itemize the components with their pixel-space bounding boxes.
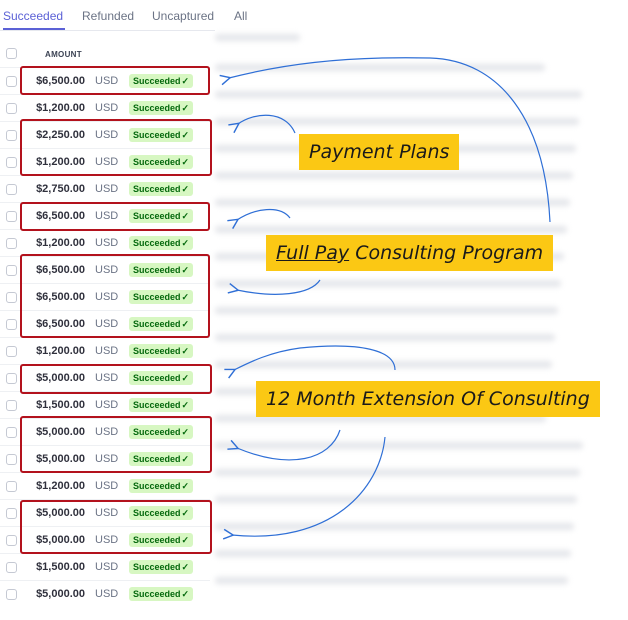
arrow-extension-low (232, 436, 386, 536)
full-pay-callout: Full Pay Consulting Program (266, 235, 554, 271)
arrow-payment-plans (238, 114, 296, 134)
full-pay-label: Full Pay (276, 242, 350, 264)
arrow-full-pay-mid (237, 209, 291, 220)
annotation-arrows (0, 57, 551, 620)
arrow-extension-mid (237, 429, 341, 461)
extension-label: 12 Month Extension Of Consulting (266, 388, 590, 410)
payment-plans-label: Payment Plans (309, 141, 450, 163)
consulting-program-label: Consulting Program (349, 242, 544, 264)
arrow-extension-top (234, 345, 396, 370)
extension-callout: 12 Month Extension Of Consulting (256, 381, 600, 417)
arrow-full-pay-low (237, 279, 321, 295)
payment-plans-callout: Payment Plans (299, 134, 460, 170)
